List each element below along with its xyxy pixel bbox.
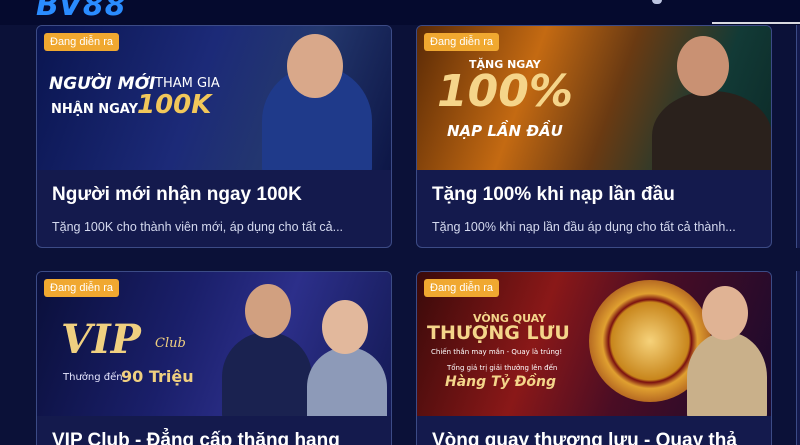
next-card-edge[interactable] bbox=[796, 25, 800, 248]
status-badge: Đang diễn ra bbox=[424, 279, 499, 297]
banner-line-1: VIP bbox=[61, 316, 141, 363]
banner-line-4: 90 Triệu bbox=[121, 367, 194, 386]
banner-line-2: THAM GIA bbox=[155, 76, 220, 91]
header-underline bbox=[712, 22, 800, 24]
status-badge: Đang diễn ra bbox=[44, 33, 119, 51]
banner-line-4: 100K bbox=[137, 90, 212, 120]
status-badge: Đang diễn ra bbox=[424, 33, 499, 51]
promo-card-vip-club[interactable]: VIP Club Thưởng đến 90 Triệu Đang diễn r… bbox=[36, 271, 392, 445]
card-title[interactable]: VIP Club - Đẳng cấp thăng hạng bbox=[52, 430, 340, 445]
next-card-edge[interactable] bbox=[796, 271, 800, 445]
model-figure bbox=[687, 332, 767, 416]
promo-card-lucky-wheel[interactable]: VÒNG QUAY THƯỢNG LƯU Chiến thắn may mắn … bbox=[416, 271, 772, 445]
promo-banner: NGƯỜI MỚI THAM GIA NHẬN NGAY 100K Đang d… bbox=[37, 26, 391, 170]
model-figure bbox=[652, 91, 771, 170]
status-badge: Đang diễn ra bbox=[44, 279, 119, 297]
card-description: Tặng 100% khi nạp lần đầu áp dụng cho tấ… bbox=[432, 220, 736, 234]
promo-banner: VÒNG QUAY THƯỢNG LƯU Chiến thắn may mắn … bbox=[417, 272, 771, 416]
card-title[interactable]: Tặng 100% khi nạp lần đầu bbox=[432, 184, 675, 206]
banner-line-5: Hàng Tỷ Đồng bbox=[445, 374, 557, 390]
header-menu-icon[interactable] bbox=[652, 0, 662, 4]
model-head bbox=[702, 286, 748, 340]
promo-card-new-member[interactable]: NGƯỜI MỚI THAM GIA NHẬN NGAY 100K Đang d… bbox=[36, 25, 392, 248]
banner-line-4: Tổng giá trị giải thưởng lên đến bbox=[447, 364, 558, 372]
banner-line-3: Chiến thắn may mắn - Quay là trúng! bbox=[431, 348, 563, 356]
card-title[interactable]: Vòng quay thượng lưu - Quay thả bbox=[432, 430, 737, 445]
banner-line-2: Club bbox=[155, 336, 186, 351]
model-figure bbox=[222, 332, 312, 416]
promo-banner: VIP Club Thưởng đến 90 Triệu Đang diễn r… bbox=[37, 272, 391, 416]
model-head-2 bbox=[322, 300, 368, 354]
banner-line-2: THƯỢNG LƯU bbox=[427, 322, 570, 344]
model-head bbox=[287, 34, 343, 98]
banner-line-3: NẠP LẦN ĐẦU bbox=[447, 122, 563, 140]
card-description: Tặng 100K cho thành viên mới, áp dụng ch… bbox=[52, 220, 344, 234]
banner-line-3: NHẬN NGAY bbox=[51, 102, 139, 117]
banner-line-3: Thưởng đến bbox=[63, 372, 123, 383]
card-title[interactable]: Người mới nhận ngay 100K bbox=[52, 184, 302, 206]
top-header: BV88 bbox=[0, 0, 800, 25]
model-figure-2 bbox=[307, 347, 387, 416]
site-logo[interactable]: BV88 bbox=[36, 0, 127, 23]
promo-banner: TẶNG NGAY 100% NẠP LẦN ĐẦU Đang diễn ra bbox=[417, 26, 771, 170]
model-head bbox=[245, 284, 291, 338]
banner-line-2: 100% bbox=[437, 66, 573, 117]
model-head bbox=[677, 36, 729, 96]
promo-card-first-deposit[interactable]: TẶNG NGAY 100% NẠP LẦN ĐẦU Đang diễn ra … bbox=[416, 25, 772, 248]
